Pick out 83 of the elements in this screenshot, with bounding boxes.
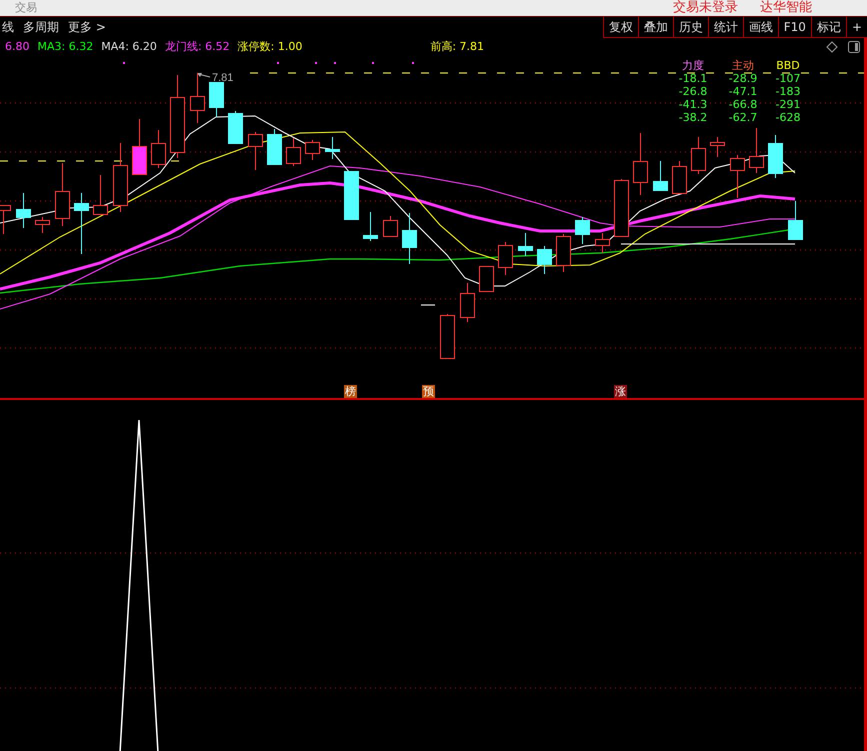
candlestick <box>768 134 783 178</box>
indicator-value: MA3: 6.32 <box>38 40 94 53</box>
indicator-value: 6.80 <box>5 40 30 53</box>
toolbar-button[interactable]: 历史 <box>672 17 708 38</box>
period-menu-item[interactable]: 更多 > <box>68 19 106 36</box>
candlestick <box>151 130 166 168</box>
candlestick <box>190 72 205 124</box>
toolbar-button[interactable]: F10 <box>778 17 811 38</box>
candlestick <box>556 234 571 272</box>
table-cell-text: -183 <box>774 85 802 98</box>
indicator-value: 涨停数: 1.00 <box>238 39 302 54</box>
candlestick <box>209 82 224 118</box>
toolbar-button[interactable]: 复权 <box>602 17 638 38</box>
signal-marker: 榜 <box>344 385 357 398</box>
table-cell-text: -26.8 <box>678 85 708 98</box>
candlestick <box>325 136 340 160</box>
toolbar-button[interactable]: 画线 <box>742 17 778 38</box>
price-label: 7.81 <box>212 72 234 84</box>
candlestick <box>35 216 50 234</box>
candlestick <box>402 212 417 264</box>
signal-marker: 预 <box>422 385 435 398</box>
candlestick <box>788 200 803 240</box>
candlestick <box>228 110 243 144</box>
candlestick <box>132 118 147 175</box>
candlestick <box>672 160 687 194</box>
candlestick <box>749 128 764 174</box>
candlestick <box>286 138 301 166</box>
column-header: BBD <box>775 59 801 72</box>
candlestick <box>248 132 263 170</box>
toolbar-button[interactable]: 标记 <box>810 17 846 38</box>
panel-icon[interactable] <box>848 40 860 52</box>
toolbar-button[interactable]: 统计 <box>708 17 743 38</box>
candlestick <box>653 160 668 192</box>
previous-high-value: 前高: 7.81 <box>430 39 484 54</box>
window-title: 交易 <box>15 0 37 16</box>
login-status-link[interactable]: 交易未登录 <box>673 0 738 16</box>
indicator-value: MA4: 6.20 <box>101 40 157 53</box>
candlestick <box>498 242 513 276</box>
table-cell-text: -628 <box>774 111 802 124</box>
period-menu-item[interactable]: 线 <box>2 19 14 36</box>
table-cell-text: -47.1 <box>728 85 758 98</box>
pointer-arrow <box>197 73 210 78</box>
candlestick <box>0 204 11 234</box>
candlestick <box>595 232 610 254</box>
level-mark <box>420 304 436 306</box>
candlestick <box>16 192 31 228</box>
candlestick <box>305 140 320 160</box>
candlestick <box>537 246 552 274</box>
table-cell-text: -62.7 <box>728 111 758 124</box>
signal-marker: 涨 <box>614 385 627 398</box>
candlestick <box>460 282 475 322</box>
candlestick <box>113 142 128 212</box>
table-cell-text: -66.8 <box>728 98 758 111</box>
candlestick <box>614 178 629 237</box>
column-header: 主动 <box>731 59 755 72</box>
table-cell-text: -41.3 <box>678 98 708 111</box>
period-menu-item[interactable]: 多周期 <box>23 19 59 36</box>
toolbar-button[interactable]: 叠加 <box>638 17 673 38</box>
column-header: 力度 <box>681 59 705 72</box>
candlestick <box>267 128 282 166</box>
stock-name: 达华智能 <box>760 0 812 16</box>
candlestick <box>383 216 398 237</box>
candlestick <box>363 212 378 242</box>
table-cell-text: -291 <box>774 98 802 111</box>
candlestick <box>575 216 590 244</box>
indicator-value: 龙门线: 6.52 <box>164 39 230 54</box>
candlestick <box>691 136 706 174</box>
candlestick <box>344 170 359 220</box>
candlestick <box>93 174 108 215</box>
candlestick <box>730 154 745 198</box>
candlestick <box>479 266 494 292</box>
candlestick <box>633 132 648 196</box>
candlestick <box>74 192 89 254</box>
table-cell-text: -107 <box>774 72 802 85</box>
candlestick <box>440 314 455 359</box>
diamond-icon[interactable] <box>826 40 838 52</box>
table-cell-text: -38.2 <box>678 111 708 124</box>
candlestick <box>518 232 533 256</box>
toolbar-button[interactable]: + <box>846 17 867 38</box>
table-cell-text: -28.9 <box>728 72 758 85</box>
table-cell-text: -18.1 <box>678 72 708 85</box>
candlestick <box>55 162 70 226</box>
candlestick <box>710 136 725 158</box>
